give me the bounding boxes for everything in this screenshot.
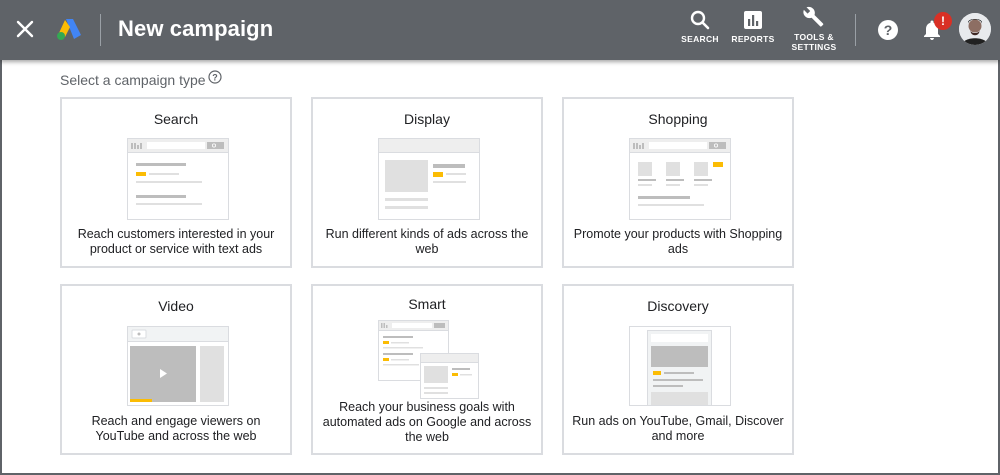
- help-icon[interactable]: ?: [877, 19, 899, 41]
- card-title: Smart: [408, 296, 446, 312]
- google-ads-logo: [56, 17, 82, 41]
- frame-left: [0, 0, 2, 475]
- display-ad-illustration: [378, 138, 480, 220]
- campaign-card-discovery[interactable]: Discovery Run ads on YouTube, Gmail, Dis…: [562, 284, 794, 455]
- card-title: Discovery: [647, 298, 709, 314]
- tools-label-line1: TOOLS &: [794, 32, 834, 42]
- card-description: Promote your products with Shopping ads: [573, 227, 783, 256]
- campaign-card-shopping[interactable]: Shopping Promote your products with Shop…: [562, 97, 794, 268]
- topbar-divider: [100, 14, 101, 46]
- video-ad-illustration: [127, 326, 229, 406]
- svg-text:?: ?: [884, 22, 893, 38]
- shopping-ad-illustration: [629, 138, 731, 220]
- card-description: Reach customers interested in your produ…: [77, 227, 275, 256]
- search-ad-illustration: [127, 138, 229, 220]
- campaign-card-display[interactable]: Display Run different kinds of ads acros…: [311, 97, 543, 268]
- section-label: Select a campaign type: [60, 72, 206, 88]
- card-description: Reach your business goals with automated…: [322, 400, 532, 444]
- campaign-card-search[interactable]: Search Reach customers interested in you…: [60, 97, 292, 268]
- campaign-card-video[interactable]: Video Reach and engage viewers on YouTub…: [60, 284, 292, 455]
- smart-ad-illustration: [378, 320, 479, 399]
- card-description: Run ads on YouTube, Gmail, Discover and …: [572, 414, 784, 443]
- close-icon[interactable]: [12, 16, 38, 42]
- search-button[interactable]: SEARCH: [680, 9, 720, 44]
- card-title: Shopping: [648, 111, 708, 127]
- search-icon: [690, 10, 710, 30]
- tools-label-line2: SETTINGS: [791, 42, 837, 52]
- reports-button-label: REPORTS: [731, 34, 775, 44]
- notification-badge: !: [934, 12, 952, 30]
- tools-settings-button[interactable]: TOOLS & SETTINGS: [788, 5, 840, 52]
- campaign-card-smart[interactable]: Smart Reach your business goals with aut…: [311, 284, 543, 455]
- top-bar: New campaign SEARCH REPORTS TOOLS & SETT…: [0, 0, 1000, 60]
- search-button-label: SEARCH: [681, 34, 719, 44]
- bar-chart-icon: [744, 11, 762, 29]
- avatar[interactable]: [959, 13, 991, 45]
- page-title: New campaign: [118, 16, 274, 41]
- topbar-divider-right: [855, 14, 856, 46]
- card-title: Display: [404, 111, 450, 127]
- reports-button[interactable]: REPORTS: [730, 9, 776, 44]
- card-description: Reach and engage viewers on YouTube and …: [91, 414, 261, 443]
- discovery-ad-illustration: [629, 326, 731, 406]
- card-title: Search: [153, 111, 199, 127]
- help-icon[interactable]: ?: [208, 70, 222, 84]
- card-description: Run different kinds of ads across the we…: [325, 227, 529, 256]
- wrench-icon: [803, 6, 824, 27]
- svg-text:?: ?: [212, 73, 218, 83]
- card-title: Video: [158, 298, 194, 314]
